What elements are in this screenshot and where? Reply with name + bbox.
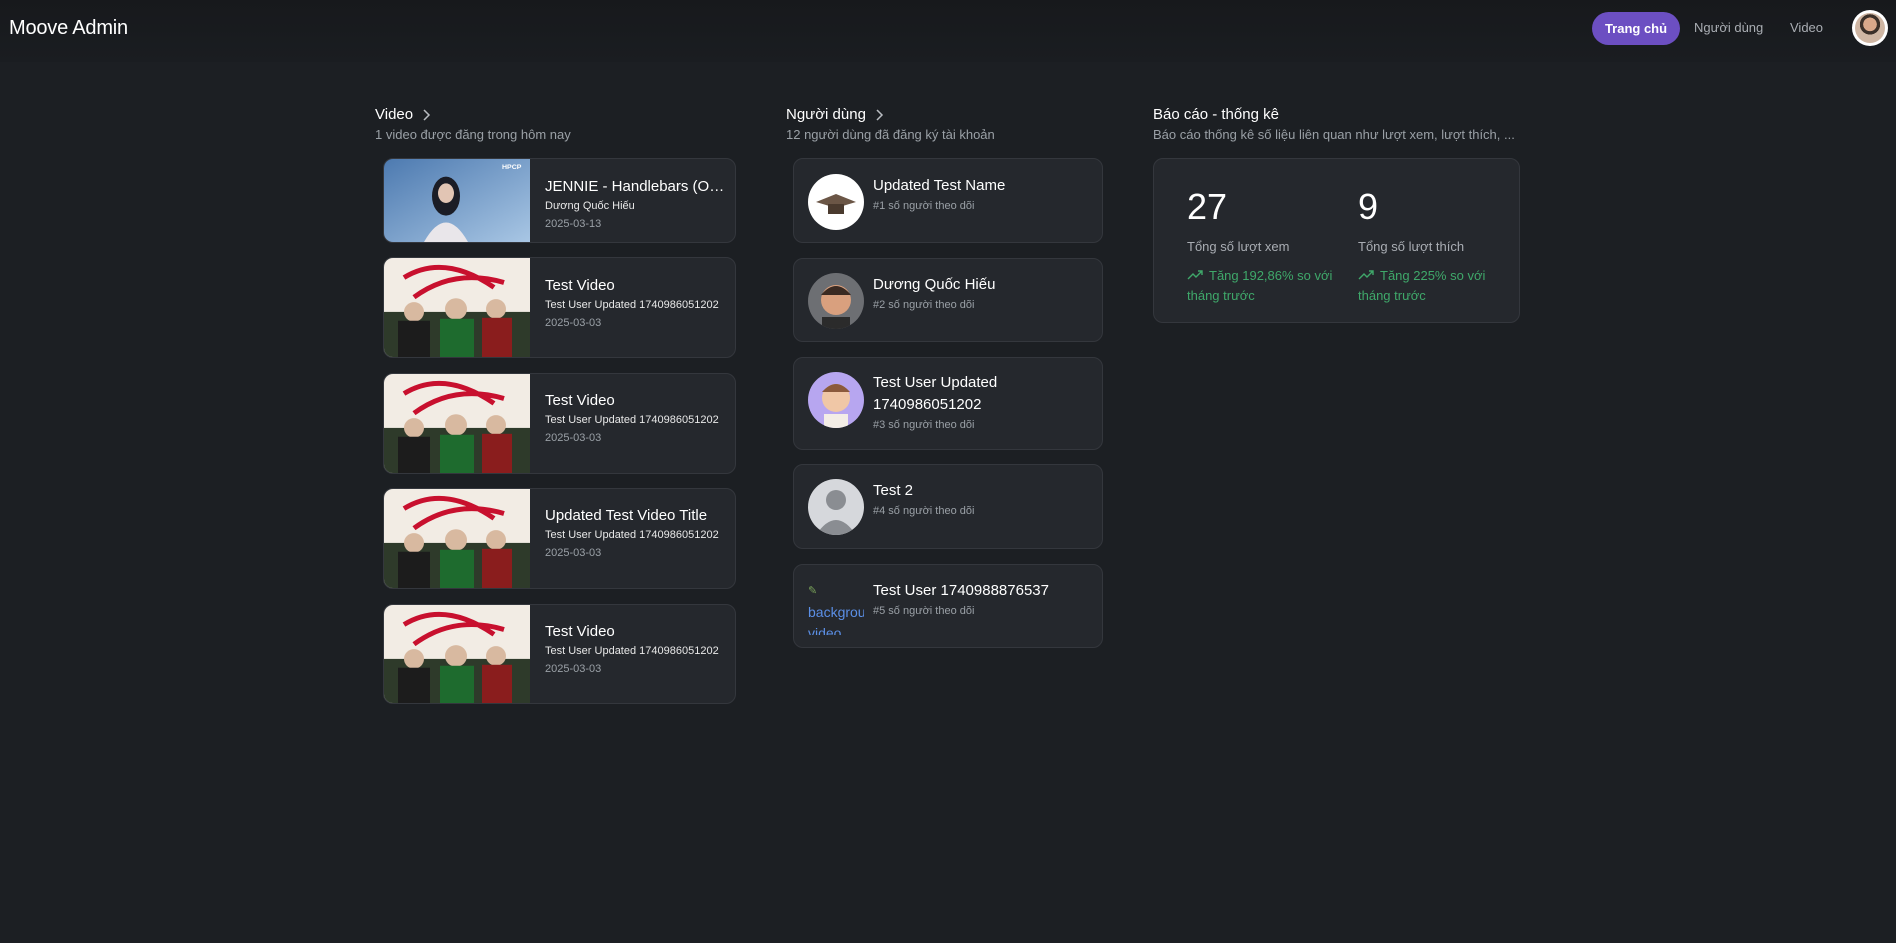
stat-trend-text: Tăng 225% so với tháng trước [1358,268,1486,303]
thumbnail-badge: HPCP [502,164,522,171]
user-card[interactable]: Dương Quốc Hiếu #2 số người theo dõi [793,258,1103,342]
videos-subtitle: 1 video được đăng trong hôm nay [375,127,571,142]
video-card[interactable]: Test Video Test User Updated 17409860512… [383,604,736,704]
user-followers: #1 số người theo dõi [873,200,975,212]
video-card[interactable]: HPCP JENNIE - Handlebars (Official Audio… [383,158,736,243]
user-name: Dương Quốc Hiếu [873,276,996,293]
trending-up-icon [1187,270,1203,280]
trending-up-icon [1358,270,1374,280]
user-followers: #3 số người theo dõi [873,419,975,431]
video-thumbnail [384,605,530,703]
video-date: 2025-03-03 [545,547,602,559]
reports-section-title: Báo cáo - thống kê [1153,106,1279,123]
stat-value: 9 [1358,186,1379,227]
stat-views: 27 Tổng số lượt xem Tăng 192,86% so với … [1187,187,1337,306]
video-title: Updated Test Video Title [545,507,708,524]
video-card[interactable]: Updated Test Video Title Test User Updat… [383,488,736,589]
video-thumbnail [384,258,530,357]
video-date: 2025-03-03 [545,663,602,675]
nav-video-link[interactable]: Video [1790,20,1823,35]
user-avatar [808,273,864,329]
user-card[interactable]: ✎ background video Test User 17409888765… [793,564,1103,648]
video-card[interactable]: Test Video Test User Updated 17409860512… [383,257,736,358]
stat-label: Tổng số lượt thích [1358,239,1465,254]
videos-title-text: Video [375,106,414,123]
videos-section-title[interactable]: Video [375,106,433,123]
video-author: Test User Updated 1740986051202 [545,414,719,426]
video-title: JENNIE - Handlebars (Official Audio) [545,178,725,195]
video-date: 2025-03-13 [545,218,602,230]
video-title: Test Video [545,392,615,409]
users-title-text: Người dùng [786,106,866,123]
nav-users-link[interactable]: Người dùng [1694,20,1763,35]
video-thumbnail [384,489,530,588]
stat-trend: Tăng 192,86% so với tháng trước [1187,266,1337,306]
top-navbar: Moove Admin Trang chủ Người dùng Video [0,0,1896,62]
user-followers: #4 số người theo dõi [873,505,975,517]
video-thumbnail: HPCP [384,159,530,242]
user-followers: #2 số người theo dõi [873,299,975,311]
video-author: Dương Quốc Hiếu [545,200,635,212]
default-avatar-icon [808,479,864,535]
user-avatar [808,174,864,230]
user-name: Test 2 [873,482,914,499]
video-card[interactable]: Test Video Test User Updated 17409860512… [383,373,736,474]
video-date: 2025-03-03 [545,432,602,444]
video-date: 2025-03-03 [545,317,602,329]
stat-likes: 9 Tổng số lượt thích Tăng 225% so với th… [1358,187,1508,306]
user-name: Test User Updated 1740986051202 [873,374,998,413]
user-name: Updated Test Name [873,177,1006,194]
user-followers: #5 số người theo dõi [873,605,975,617]
user-avatar-button[interactable] [1852,10,1888,46]
user-avatar [808,372,864,428]
stat-trend-text: Tăng 192,86% so với tháng trước [1187,268,1333,303]
users-subtitle: 12 người dùng đã đăng ký tài khoản [786,127,995,142]
broken-image-icon: ✎ background video [808,579,864,635]
video-thumbnail [384,374,530,473]
avatar-icon [1855,13,1885,43]
reports-subtitle: Báo cáo thống kê số liệu liên quan như l… [1153,127,1515,142]
stat-label: Tổng số lượt xem [1187,239,1290,254]
chevron-right-icon [876,108,883,121]
video-title: Test Video [545,277,615,294]
user-card[interactable]: Updated Test Name #1 số người theo dõi [793,158,1103,243]
chevron-right-icon [423,108,431,121]
users-section-title[interactable]: Người dùng [786,106,886,123]
app-brand[interactable]: Moove Admin [9,17,128,40]
user-name: Test User 1740988876537 [873,582,1049,599]
video-author: Test User Updated 1740986051202 [545,645,719,657]
broken-image-alt: background video [808,604,864,635]
nav-home-button[interactable]: Trang chủ [1592,12,1680,45]
stat-trend: Tăng 225% so với tháng trước [1358,266,1508,306]
reports-title-text: Báo cáo - thống kê [1153,106,1279,123]
video-title: Test Video [545,623,615,640]
user-card[interactable]: Test User Updated 1740986051202 #3 số ng… [793,357,1103,450]
stat-value: 27 [1187,186,1228,227]
user-card[interactable]: Test 2 #4 số người theo dõi [793,464,1103,549]
video-author: Test User Updated 1740986051202 [545,299,719,311]
stats-card: 27 Tổng số lượt xem Tăng 192,86% so với … [1153,158,1520,323]
video-author: Test User Updated 1740986051202 [545,529,719,541]
